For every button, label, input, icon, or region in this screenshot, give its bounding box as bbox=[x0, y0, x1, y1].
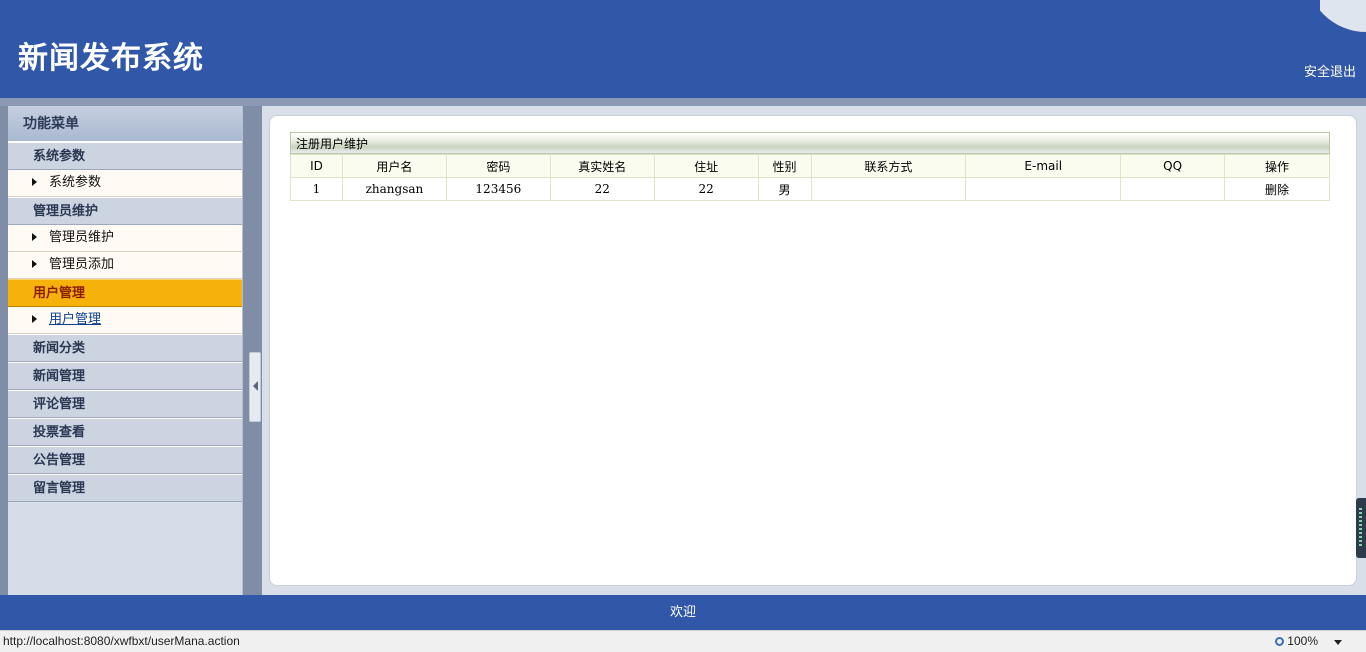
cell-id: 1 bbox=[290, 177, 343, 201]
cell-address: 22 bbox=[653, 177, 759, 201]
sidebar-group-news-mgmt[interactable]: 新闻管理 bbox=[8, 362, 242, 390]
cell-contact bbox=[810, 177, 967, 201]
cell-gender: 男 bbox=[757, 177, 812, 201]
cell-realname: 22 bbox=[549, 177, 655, 201]
cell-qq bbox=[1120, 177, 1226, 201]
zoom-level: 100% bbox=[1287, 634, 1318, 648]
app-title: 新闻发布系统 bbox=[18, 41, 204, 76]
sidebar-group-message-mgmt[interactable]: 留言管理 bbox=[8, 474, 242, 502]
arrow-right-icon bbox=[32, 177, 37, 186]
column-header-gender: 性别 bbox=[757, 154, 812, 178]
side-scroll-widget[interactable] bbox=[1356, 498, 1366, 558]
column-header-qq: QQ bbox=[1120, 154, 1226, 178]
column-header-password: 密码 bbox=[445, 154, 551, 178]
sidebar-item-label: 管理员添加 bbox=[49, 257, 115, 272]
delete-link[interactable]: 删除 bbox=[1224, 177, 1330, 201]
cell-username: zhangsan bbox=[341, 177, 447, 201]
table-header-row: ID 用户名 密码 真实姓名 住址 性别 联系方式 E-mail QQ 操作 bbox=[290, 154, 1330, 178]
zoom-dropdown-icon[interactable] bbox=[1334, 640, 1342, 645]
sidebar: 功能菜单 系统参数 系统参数 管理员维护 管理员维护 管理员添加 用户管理 用户… bbox=[8, 106, 243, 595]
sidebar-group-vote-view[interactable]: 投票查看 bbox=[8, 418, 242, 446]
header-band bbox=[0, 98, 1366, 106]
column-header-email: E-mail bbox=[965, 154, 1122, 178]
user-table: ID 用户名 密码 真实姓名 住址 性别 联系方式 E-mail QQ 操作 1… bbox=[290, 154, 1330, 201]
column-header-address: 住址 bbox=[653, 154, 759, 178]
zoom-icon bbox=[1275, 637, 1285, 646]
chevron-left-icon bbox=[253, 381, 258, 391]
zoom-control[interactable]: 100% bbox=[1275, 631, 1318, 652]
browser-status-bar: http://localhost:8080/xwfbxt/userMana.ac… bbox=[0, 630, 1366, 652]
sidebar-group-news-category[interactable]: 新闻分类 bbox=[8, 334, 242, 362]
sidebar-group-comment-mgmt[interactable]: 评论管理 bbox=[8, 390, 242, 418]
sidebar-item-label: 管理员维护 bbox=[49, 230, 115, 245]
status-url: http://localhost:8080/xwfbxt/userMana.ac… bbox=[3, 634, 240, 648]
column-header-contact: 联系方式 bbox=[810, 154, 967, 178]
sidebar-collapse-handle[interactable] bbox=[249, 352, 261, 422]
column-header-action: 操作 bbox=[1224, 154, 1330, 178]
sidebar-item-label: 系统参数 bbox=[49, 175, 102, 190]
sidebar-group-admin[interactable]: 管理员维护 bbox=[8, 197, 242, 225]
sidebar-menu-title: 功能菜单 bbox=[8, 106, 242, 142]
panel-title: 注册用户维护 bbox=[290, 132, 1330, 154]
logout-link[interactable]: 安全退出 bbox=[1304, 61, 1356, 80]
sidebar-item-admin-maintain[interactable]: 管理员维护 bbox=[8, 225, 242, 252]
cell-password: 123456 bbox=[445, 177, 551, 201]
sidebar-group-user-mgmt[interactable]: 用户管理 bbox=[8, 279, 242, 307]
table-row: 1 zhangsan 123456 22 22 男 删除 bbox=[290, 177, 1330, 201]
column-header-realname: 真实姓名 bbox=[549, 154, 655, 178]
sidebar-group-notice-mgmt[interactable]: 公告管理 bbox=[8, 446, 242, 474]
column-header-username: 用户名 bbox=[341, 154, 447, 178]
sidebar-item-system-params[interactable]: 系统参数 bbox=[8, 170, 242, 197]
arrow-right-icon bbox=[32, 259, 37, 268]
cell-email bbox=[965, 177, 1122, 201]
column-header-id: ID bbox=[290, 154, 343, 178]
sidebar-item-label: 用户管理 bbox=[49, 312, 102, 327]
app-header: 新闻发布系统 安全退出 bbox=[0, 0, 1366, 98]
header-corner-decoration bbox=[1320, 0, 1366, 34]
sidebar-item-user-mgmt[interactable]: 用户管理 bbox=[8, 307, 242, 334]
sidebar-group-system-params[interactable]: 系统参数 bbox=[8, 142, 242, 170]
arrow-right-icon bbox=[32, 314, 37, 323]
arrow-right-icon bbox=[32, 232, 37, 241]
app-footer: 欢迎 bbox=[0, 595, 1366, 630]
sidebar-item-admin-add[interactable]: 管理员添加 bbox=[8, 252, 242, 279]
